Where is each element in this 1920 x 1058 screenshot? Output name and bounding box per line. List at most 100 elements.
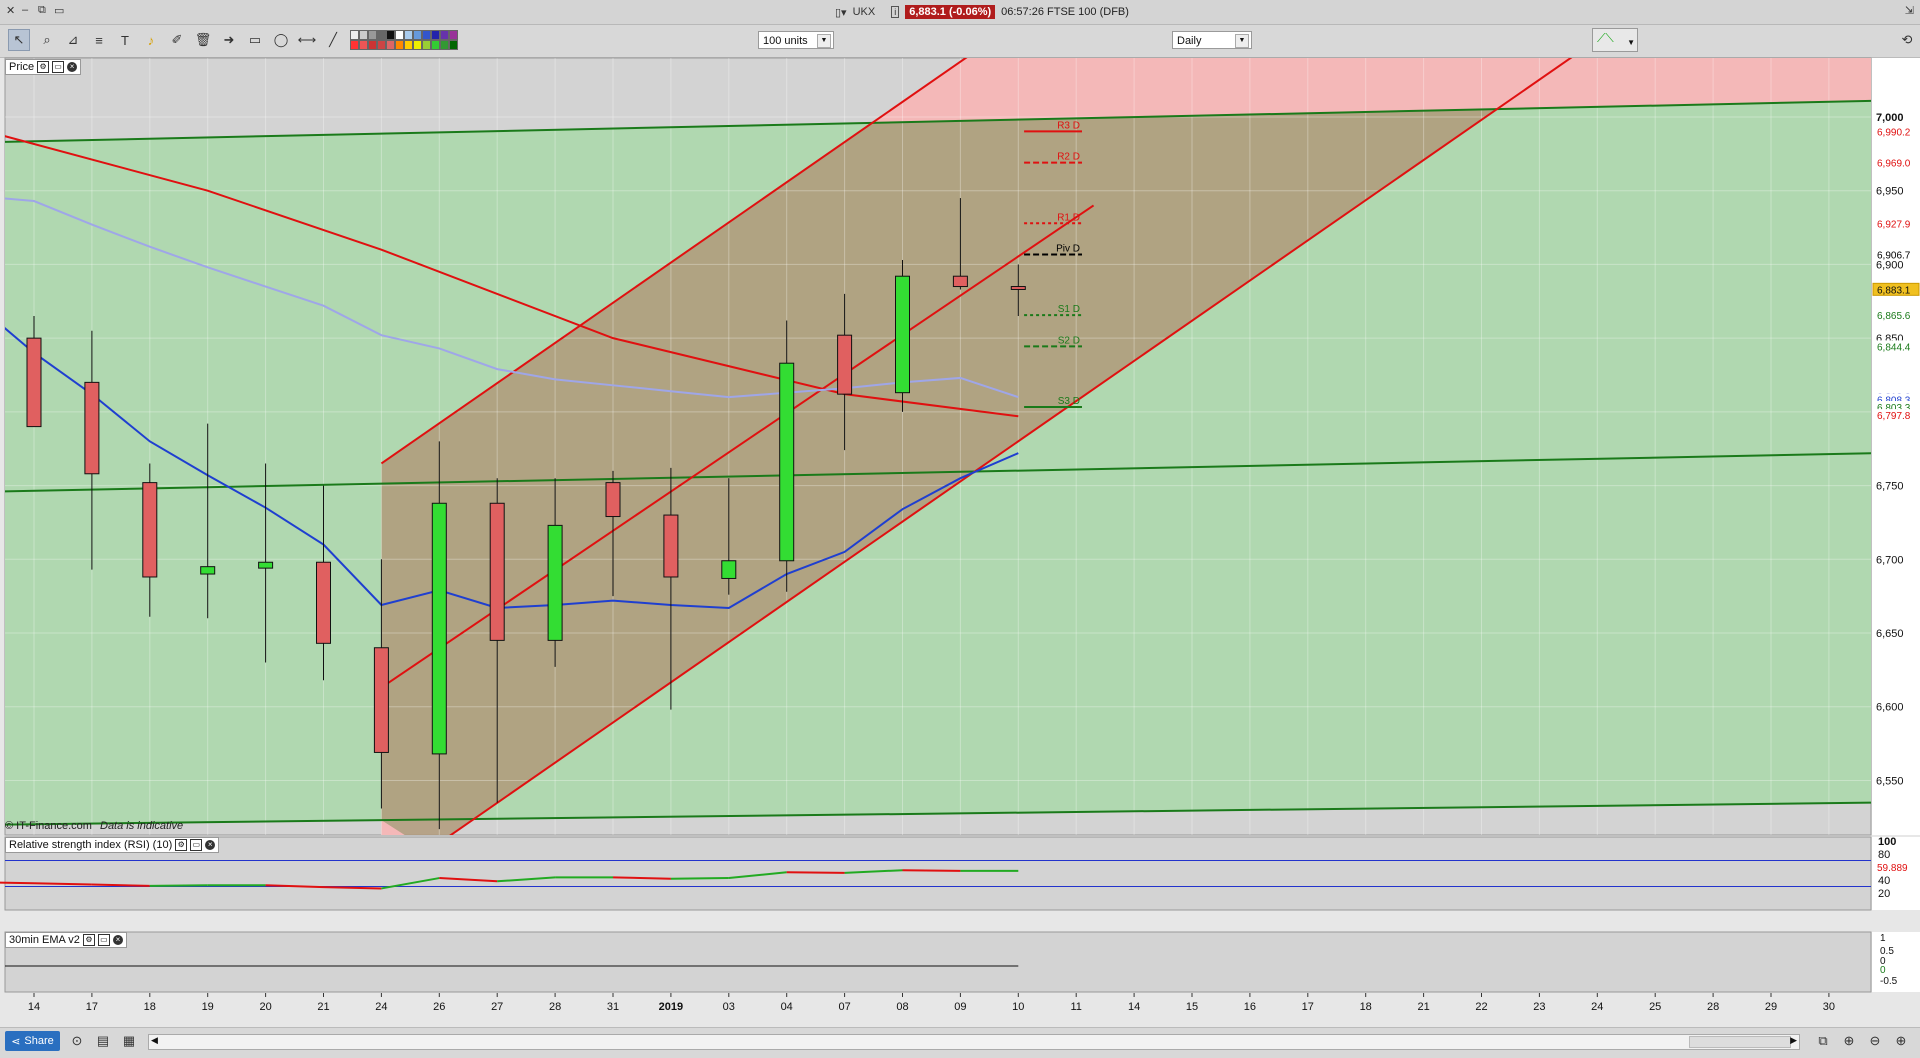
restore-window-icon[interactable]: ⧉: [38, 4, 46, 17]
candle-body: [779, 362, 795, 562]
delete-tool-icon[interactable]: 🗑: [192, 29, 214, 51]
color-swatch[interactable]: [359, 40, 368, 50]
price-tag-label: 6,927.9: [1877, 219, 1911, 230]
window-icon[interactable]: ▭: [190, 839, 203, 851]
trendline-tool-icon[interactable]: ╱: [322, 29, 344, 51]
zoom-fit-icon[interactable]: ⊕: [1838, 1030, 1860, 1052]
rectangle-tool-icon[interactable]: ▭: [244, 29, 266, 51]
maximize-window-icon[interactable]: ▭: [54, 4, 64, 17]
zoom-out-icon[interactable]: ⊖: [1864, 1030, 1886, 1052]
candle-body: [26, 337, 42, 428]
color-swatch[interactable]: [431, 40, 440, 50]
price-tick-label: 6,750: [1876, 481, 1904, 493]
wrench-icon[interactable]: ⚙: [175, 839, 188, 851]
hline-tool-icon[interactable]: ⟷: [296, 29, 318, 51]
color-swatch[interactable]: [386, 30, 395, 40]
color-swatch[interactable]: [449, 30, 458, 40]
pivot-label: Piv D: [1056, 244, 1080, 255]
chevron-down-icon: ▼: [817, 34, 831, 48]
ema-tick-label: 0: [1880, 965, 1886, 976]
color-swatch[interactable]: [431, 30, 440, 40]
symbol-dropdown-icon[interactable]: ▯▾: [835, 6, 847, 19]
ellipse-tool-icon[interactable]: ◯: [270, 29, 292, 51]
zoom-tool-icon[interactable]: ⌕: [36, 29, 58, 51]
eraser-tool-icon[interactable]: ✐: [166, 29, 188, 51]
price-tag-label: 6,883.1: [1877, 285, 1911, 296]
color-swatch[interactable]: [395, 30, 404, 40]
window-fullscreen-icon[interactable]: ⇲: [1905, 4, 1914, 17]
units-select[interactable]: 100 units ▼: [758, 31, 834, 49]
alert-tool-icon[interactable]: ♪: [140, 29, 162, 51]
chart-tool-icon[interactable]: ⊿: [62, 29, 84, 51]
interval-select[interactable]: Daily ▼: [1172, 31, 1252, 49]
horizontal-scrollbar[interactable]: ◀ ▶: [148, 1034, 1800, 1050]
scroll-right-icon[interactable]: ▶: [1790, 1035, 1797, 1046]
color-swatch[interactable]: [350, 30, 359, 40]
window-icon[interactable]: ▭: [52, 61, 65, 73]
color-swatch[interactable]: [359, 30, 368, 40]
fib-tool-icon[interactable]: ≡: [88, 29, 110, 51]
color-swatch[interactable]: [413, 30, 422, 40]
color-swatch[interactable]: [413, 40, 422, 50]
color-swatch[interactable]: [368, 30, 377, 40]
x-tick-label: 26: [433, 1001, 445, 1013]
color-swatch[interactable]: [440, 30, 449, 40]
close-icon[interactable]: ×: [112, 935, 123, 945]
wrench-icon[interactable]: ⚙: [82, 934, 95, 946]
color-swatch[interactable]: [377, 40, 386, 50]
info-icon[interactable]: i: [891, 6, 900, 18]
bottom-bar: ⋖ Share ⊙ ▤ ▦ ◀ ▶ ⧉ ⊕ ⊖ ⊕: [0, 1027, 1920, 1058]
x-tick-label: 11: [1070, 1001, 1081, 1013]
x-tick-label: 29: [1765, 1001, 1777, 1013]
rsi-pane-bg: [4, 836, 1872, 911]
ema-pane-bg: [4, 931, 1872, 993]
x-tick-label: 08: [896, 1001, 908, 1013]
settings-icon[interactable]: ⟲: [1896, 29, 1918, 51]
x-tick-label: 31: [607, 1001, 619, 1013]
chart-type-select[interactable]: ⟋⟍ ▼: [1592, 28, 1638, 52]
color-swatch[interactable]: [386, 40, 395, 50]
color-swatches[interactable]: [350, 30, 505, 52]
color-swatch[interactable]: [440, 40, 449, 50]
candle-body: [721, 560, 737, 579]
color-swatch[interactable]: [377, 30, 386, 40]
grid-icon[interactable]: ▦: [118, 1030, 140, 1052]
x-tick-label: 28: [549, 1001, 561, 1013]
rsi-tick-label: 40: [1878, 875, 1890, 887]
close-window-icon[interactable]: ✕: [6, 4, 15, 17]
chart-icon[interactable]: ⧉: [1812, 1030, 1834, 1052]
share-button[interactable]: ⋖ Share: [5, 1031, 60, 1051]
color-swatch[interactable]: [395, 40, 404, 50]
table-icon[interactable]: ▤: [92, 1030, 114, 1052]
close-icon[interactable]: ×: [67, 62, 78, 72]
color-swatch[interactable]: [422, 40, 431, 50]
color-swatch[interactable]: [350, 40, 359, 50]
close-icon[interactable]: ×: [205, 840, 216, 850]
color-swatch[interactable]: [368, 40, 377, 50]
wrench-icon[interactable]: ⚙: [37, 61, 50, 73]
candle-body: [895, 275, 910, 394]
symbol-name[interactable]: UKX: [853, 6, 876, 18]
x-tick-label: 18: [144, 1001, 156, 1013]
x-tick-label: 20: [259, 1001, 271, 1013]
x-tick-label: 10: [1012, 1001, 1024, 1013]
window-icon[interactable]: ▭: [97, 934, 110, 946]
color-swatch[interactable]: [449, 40, 458, 50]
color-swatch[interactable]: [404, 40, 413, 50]
price-tag-label: 6,906.7: [1877, 251, 1911, 262]
x-tick-label: 03: [723, 1001, 735, 1013]
rsi-current-label: 59.889: [1877, 863, 1908, 874]
pointer-tool-icon[interactable]: ↖: [8, 29, 30, 51]
arrow-tool-icon[interactable]: ➜: [218, 29, 240, 51]
text-tool-icon[interactable]: T: [114, 29, 136, 51]
chart-svg[interactable]: R3 D R2 D R1 D Piv D S1 D S2 D S3 D 6,550 6,600…: [0, 57, 1920, 1027]
scroll-thumb[interactable]: [1689, 1036, 1791, 1048]
share-label: Share: [24, 1035, 54, 1047]
zoom-in-icon[interactable]: ⊕: [1890, 1030, 1912, 1052]
cursor-icon[interactable]: ⊙: [66, 1030, 88, 1052]
color-swatch[interactable]: [422, 30, 431, 40]
color-swatch[interactable]: [404, 30, 413, 40]
scroll-left-icon[interactable]: ◀: [151, 1035, 158, 1046]
chart-area[interactable]: R3 D R2 D R1 D Piv D S1 D S2 D S3 D 6,550 6,600…: [0, 57, 1920, 1027]
minimize-window-icon[interactable]: ‒: [22, 4, 28, 16]
